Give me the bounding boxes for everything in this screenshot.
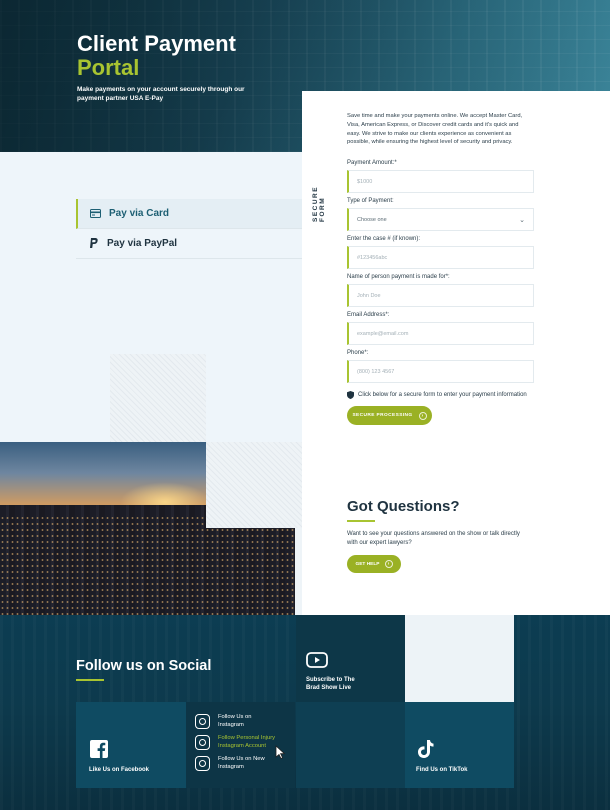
heading-underline [76, 679, 104, 681]
payee-name-input[interactable]: John Doe [347, 284, 534, 307]
heading-underline [347, 520, 375, 522]
facebook-label: Like Us on Facebook [89, 767, 150, 773]
phone-label: Phone*: [347, 350, 369, 356]
payment-tabs: Pay via Card Pay via PayPal [76, 199, 302, 259]
social-heading: Follow us on Social [76, 658, 212, 674]
tiktok-card[interactable]: Find Us on TikTok [405, 702, 514, 788]
arrow-right-icon: › [384, 560, 393, 568]
case-number-label: Enter the case # (if known): [347, 236, 421, 242]
page-subtitle: Make payments on your account securely t… [77, 86, 245, 102]
secure-form-label: SECURE FORM [312, 185, 326, 222]
credit-card-icon [90, 208, 101, 219]
tab-label: Pay via PayPal [107, 238, 178, 249]
email-label: Email Address*: [347, 312, 390, 318]
page-title-accent: Portal [77, 55, 140, 80]
instagram-label: Follow Us on New Instagram [218, 756, 265, 770]
youtube-card[interactable]: Subscribe to The Brad Show Live [296, 615, 405, 702]
shield-icon [347, 391, 354, 399]
youtube-label: Subscribe to The Brad Show Live [306, 677, 355, 691]
tab-pay-via-card[interactable]: Pay via Card [76, 199, 302, 229]
instagram-icon [195, 735, 210, 750]
payment-type-select[interactable]: Choose one ⌄ [347, 208, 534, 231]
mouse-cursor-icon [275, 745, 285, 759]
questions-heading: Got Questions? [347, 498, 460, 515]
instagram-label: Follow Us on Instagram [218, 714, 252, 728]
facebook-card[interactable]: Like Us on Facebook [76, 702, 186, 788]
social-spacer-tile [296, 702, 405, 788]
arrow-right-icon: › [418, 411, 427, 420]
email-input[interactable]: example@email.com [347, 322, 534, 345]
decorative-pattern [206, 442, 302, 528]
get-help-label: GET HELP [355, 561, 380, 567]
secure-processing-label: SECURE PROCESSING [352, 413, 413, 418]
case-number-input[interactable]: #123456abc [347, 246, 534, 269]
tiktok-icon [418, 740, 434, 758]
instagram-icon [195, 756, 210, 771]
tab-label: Pay via Card [109, 208, 170, 219]
social-spacer-tile [405, 615, 514, 702]
instagram-link-main[interactable]: Follow Us on Instagram [195, 714, 295, 729]
secure-notice: Click below for a secure form to enter y… [347, 391, 527, 399]
secure-notice-text: Click below for a secure form to enter y… [358, 392, 527, 398]
secure-processing-button[interactable]: SECURE PROCESSING › [347, 406, 432, 425]
payment-type-value: Choose one [357, 216, 387, 223]
tiktok-label: Find Us on TikTok [416, 767, 468, 773]
facebook-icon [90, 740, 108, 758]
get-help-button[interactable]: GET HELP › [347, 555, 401, 573]
page-title: Client Payment [77, 31, 236, 56]
instagram-icon [195, 714, 210, 729]
payee-name-label: Name of person payment is made for*: [347, 274, 450, 280]
payment-amount-label: Payment Amount:* [347, 160, 397, 166]
payment-type-label: Type of Payment: [347, 198, 394, 204]
form-intro: Save time and make your payments online.… [347, 113, 523, 146]
phone-input[interactable]: (800) 123 4567 [347, 360, 534, 383]
questions-text: Want to see your questions answered on t… [347, 531, 520, 546]
paypal-icon [88, 238, 99, 249]
tab-pay-via-paypal[interactable]: Pay via PayPal [76, 229, 302, 259]
decorative-pattern [110, 354, 206, 442]
chevron-down-icon: ⌄ [519, 217, 525, 224]
youtube-icon [306, 652, 328, 668]
payment-amount-input[interactable]: $1000 [347, 170, 534, 193]
